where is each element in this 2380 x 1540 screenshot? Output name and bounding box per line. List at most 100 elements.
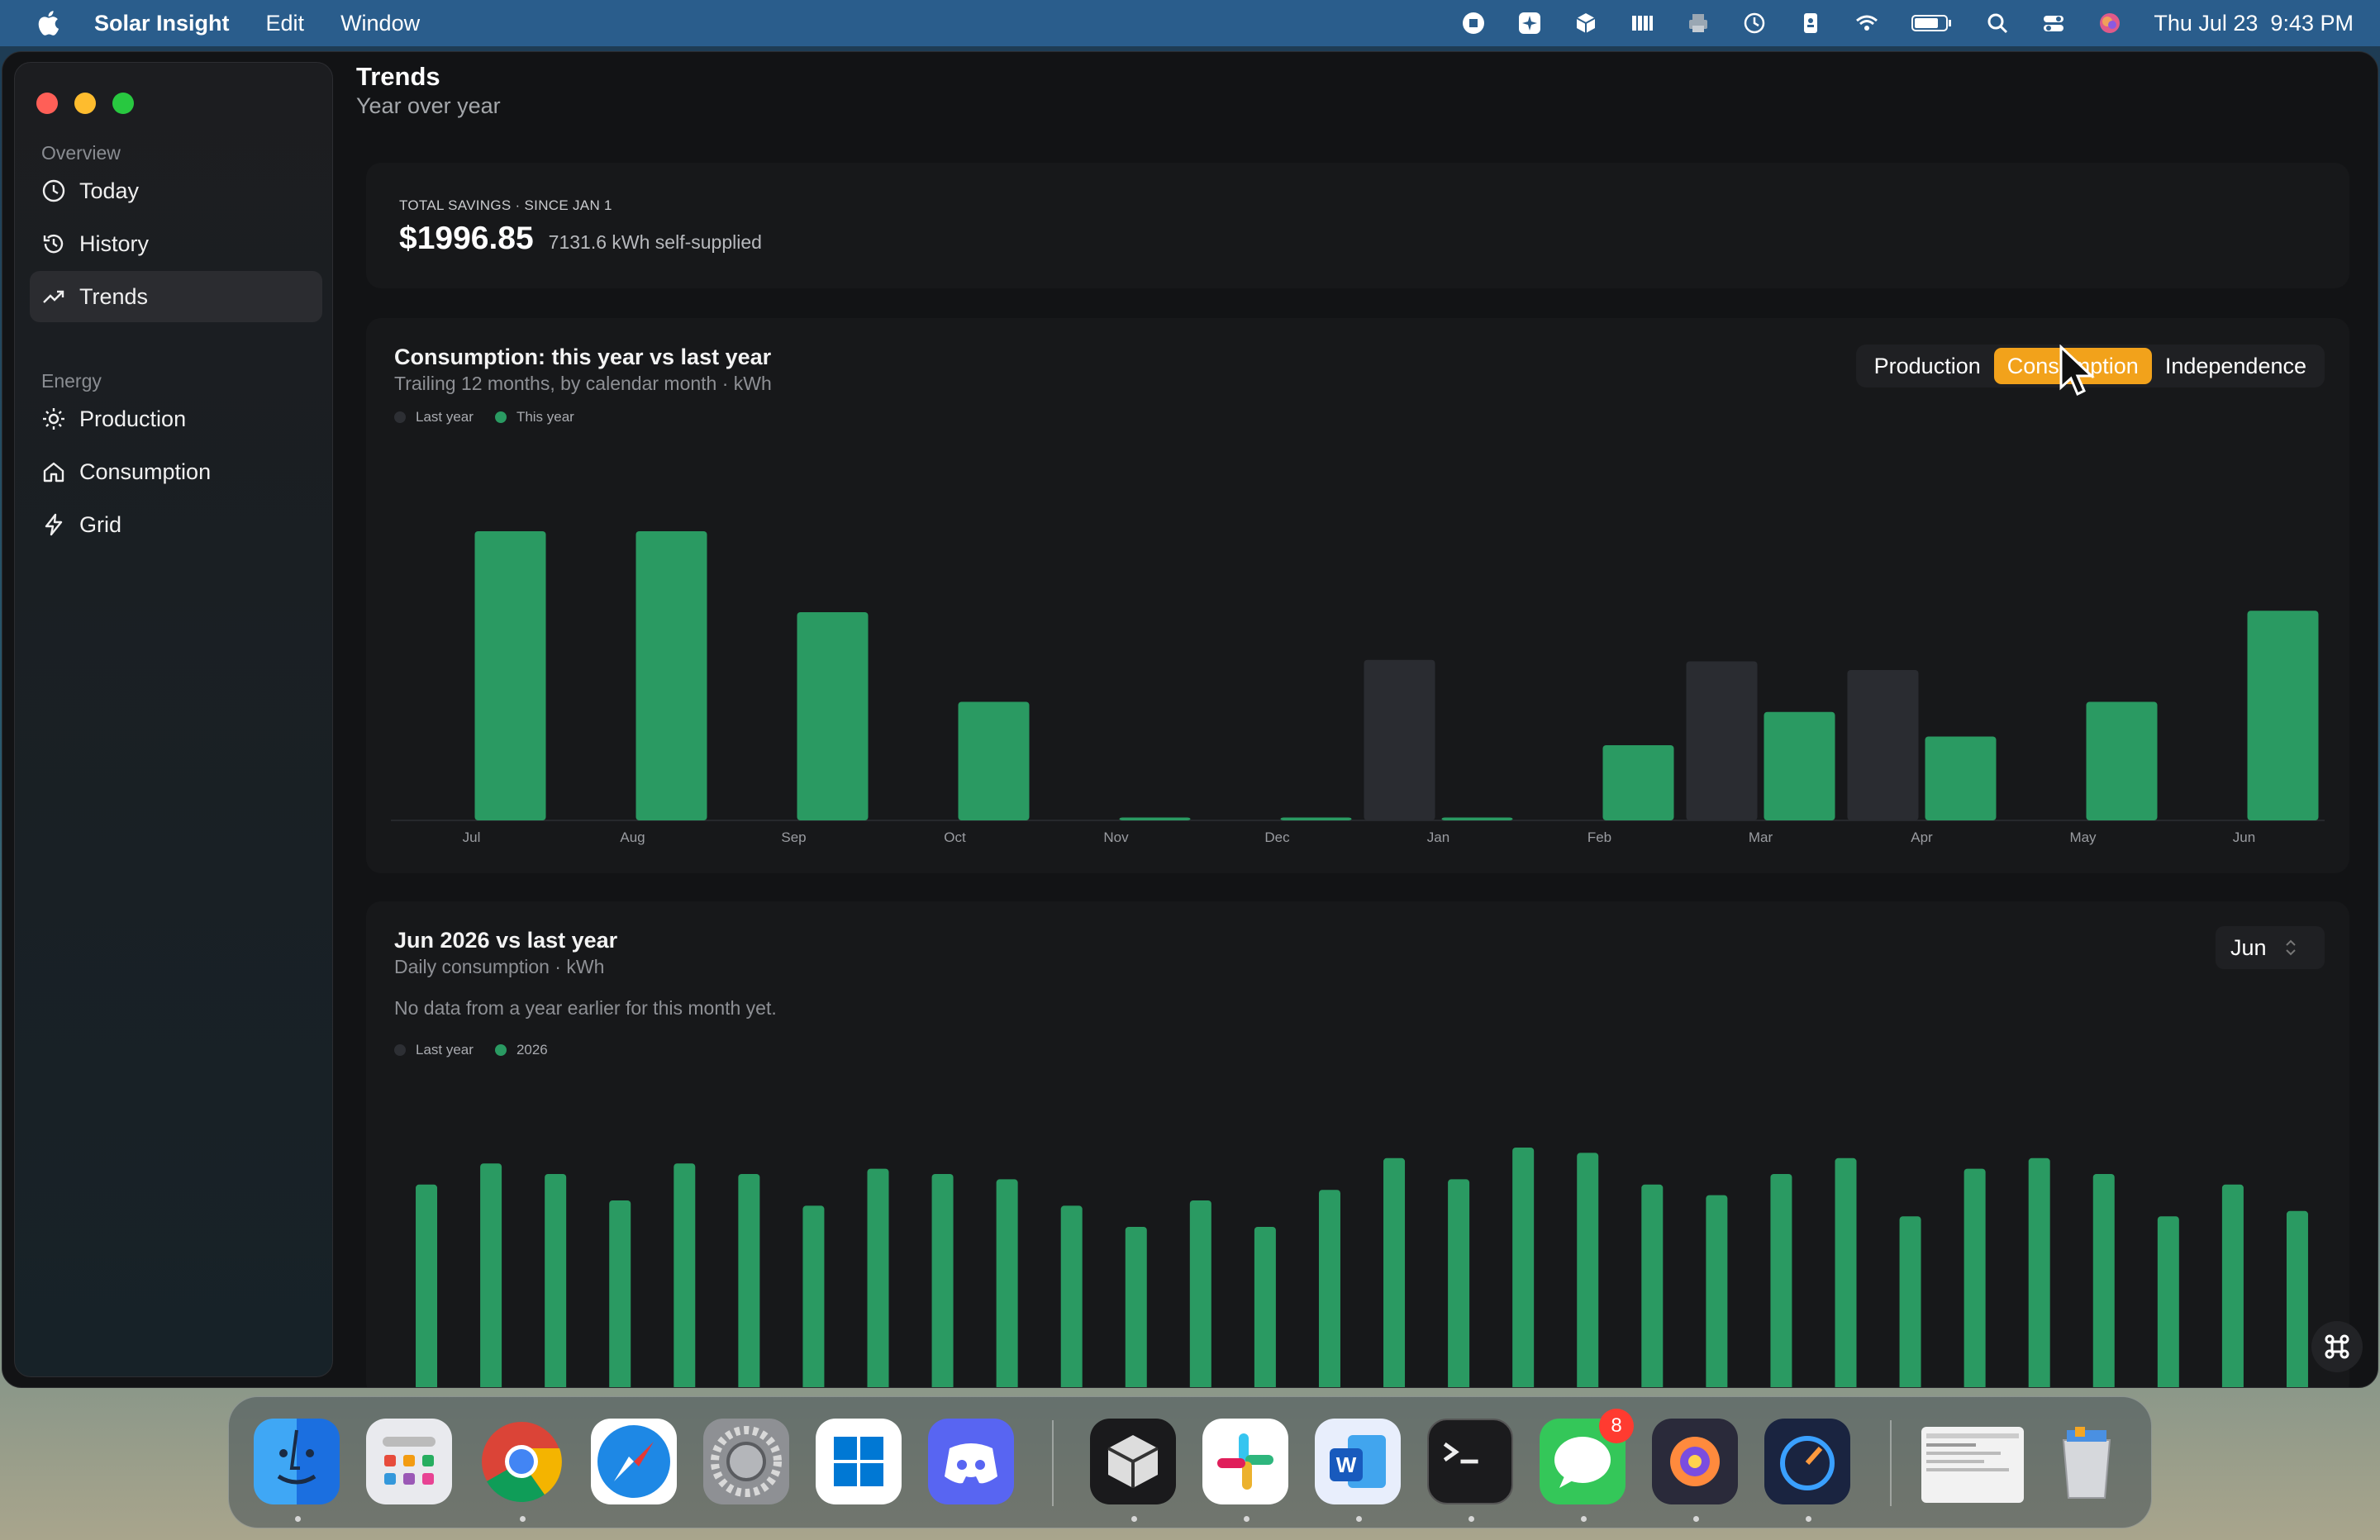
bar-day-20[interactable] [1641, 1184, 1664, 1388]
bar-day-24[interactable] [1899, 1216, 1921, 1388]
messages-icon[interactable]: 8 [1540, 1409, 1634, 1504]
menu-clock[interactable]: Thu Jul 23 9:43 PM [2154, 11, 2354, 36]
slack-icon[interactable] [1202, 1419, 1288, 1504]
siri-icon[interactable] [2097, 11, 2122, 36]
bar-day-21[interactable] [1706, 1195, 1728, 1388]
bar-this-year-feb[interactable] [1602, 745, 1674, 820]
sidebar-item-label: Grid [79, 511, 122, 537]
savings-amount: $1996.85 [399, 221, 534, 256]
floating-layout-button[interactable] [2311, 1321, 2363, 1372]
box-icon[interactable] [1573, 11, 1598, 36]
bar-day-16[interactable] [1383, 1157, 1406, 1388]
bar-this-year-jan[interactable] [1441, 817, 1513, 821]
bar-this-year-mar[interactable] [1764, 711, 1835, 820]
safari-icon[interactable] [591, 1419, 677, 1504]
sidebar-item-grid[interactable]: Grid [30, 499, 322, 550]
bar-this-year-jul[interactable] [474, 531, 546, 820]
sidebar-item-consumption[interactable]: Consumption [30, 446, 322, 497]
bar-this-year-dec[interactable] [1280, 817, 1352, 821]
sidebar-item-label: Today [79, 178, 140, 203]
memory-icon[interactable] [1630, 11, 1654, 36]
bar-day-14[interactable] [1254, 1227, 1276, 1388]
screen-record-icon[interactable] [1461, 11, 1486, 36]
bar-this-year-oct[interactable] [958, 701, 1030, 821]
sidebar: Overview Today History Trends Energy Pro… [14, 62, 333, 1377]
bar-this-year-sep[interactable] [797, 612, 869, 820]
sparkle-app-icon[interactable] [1517, 11, 1542, 36]
browser-icon[interactable] [1652, 1419, 1738, 1504]
bar-day-29[interactable] [2221, 1184, 2244, 1388]
bar-this-year-jun[interactable] [2247, 611, 2319, 820]
close-window-button[interactable] [36, 93, 58, 114]
time-machine-icon[interactable] [1742, 11, 1767, 36]
minimize-window-button[interactable] [74, 93, 96, 114]
word-icon[interactable]: W [1315, 1419, 1401, 1504]
printer-icon[interactable] [1686, 11, 1711, 36]
settings-icon[interactable] [703, 1419, 789, 1504]
bar-last-year-apr[interactable] [1847, 670, 1919, 820]
app-name-menu[interactable]: Solar Insight [94, 11, 230, 36]
bar-last-year-mar[interactable] [1686, 661, 1758, 821]
window-menu[interactable]: Window [340, 11, 420, 36]
sun-icon [43, 408, 64, 430]
bar-day-13[interactable] [1189, 1200, 1211, 1388]
sidebar-section-overview: Overview [41, 142, 121, 164]
finder-window-thumbnail[interactable] [1921, 1427, 2024, 1503]
bar-day-22[interactable] [1770, 1174, 1792, 1388]
bar-day-23[interactable] [1835, 1157, 1857, 1388]
bar-day-28[interactable] [2157, 1216, 2179, 1388]
bar-day-9[interactable] [931, 1174, 954, 1388]
finder-icon[interactable] [254, 1419, 340, 1504]
control-center-icon[interactable] [2041, 11, 2066, 36]
bar-day-1[interactable] [416, 1184, 438, 1388]
savings-detail: 7131.6 kWh self-supplied [548, 231, 762, 253]
sidebar-item-today[interactable]: Today [30, 165, 322, 216]
bar-day-10[interactable] [996, 1179, 1018, 1388]
bar-day-26[interactable] [2028, 1157, 2050, 1388]
sidebar-item-history[interactable]: History [30, 218, 322, 269]
bar-this-year-aug[interactable] [635, 531, 707, 820]
bar-day-30[interactable] [2286, 1210, 2308, 1388]
bar-day-25[interactable] [1963, 1168, 1986, 1388]
edit-menu[interactable]: Edit [266, 11, 305, 36]
messages-badge: 8 [1599, 1409, 1634, 1443]
zoom-window-button[interactable] [112, 93, 134, 114]
bar-this-year-apr[interactable] [1925, 736, 1997, 821]
battery-icon[interactable] [1911, 11, 1954, 36]
bar-day-12[interactable] [1125, 1227, 1147, 1388]
sidebar-item-production[interactable]: Production [30, 393, 322, 444]
discord-icon[interactable] [928, 1419, 1014, 1504]
terminal-icon[interactable] [1427, 1419, 1513, 1504]
speedtest-icon[interactable] [1764, 1419, 1850, 1504]
wifi-icon[interactable] [1854, 11, 1879, 36]
user-card-icon[interactable] [1798, 11, 1823, 36]
bar-day-2[interactable] [480, 1163, 502, 1388]
bar-last-year-jan[interactable] [1364, 659, 1435, 820]
cube-app-icon[interactable] [1090, 1419, 1176, 1504]
trash-icon[interactable] [2044, 1419, 2130, 1504]
sidebar-item-label: History [79, 231, 150, 256]
launchpad-icon[interactable] [366, 1419, 452, 1504]
bar-day-8[interactable] [867, 1168, 889, 1388]
savings-card: TOTAL SAVINGS · SINCE JAN 1 $1996.85 713… [366, 163, 2349, 288]
bar-day-17[interactable] [1448, 1179, 1470, 1388]
windows-app-icon[interactable] [816, 1419, 902, 1504]
house-icon [43, 462, 64, 482]
bar-this-year-nov[interactable] [1119, 817, 1191, 821]
apple-menu-icon[interactable] [31, 10, 64, 36]
bar-day-6[interactable] [738, 1174, 760, 1388]
bar-day-18[interactable] [1512, 1148, 1535, 1388]
bar-day-5[interactable] [674, 1163, 696, 1388]
history-icon [43, 234, 64, 254]
bar-day-27[interactable] [2092, 1174, 2115, 1388]
bar-day-3[interactable] [545, 1174, 567, 1388]
bar-day-19[interactable] [1577, 1153, 1599, 1388]
bar-day-11[interactable] [1060, 1205, 1083, 1388]
bar-this-year-may[interactable] [2086, 701, 2158, 821]
search-icon[interactable] [1985, 11, 2010, 36]
chrome-icon[interactable] [478, 1419, 564, 1504]
bar-day-15[interactable] [1318, 1190, 1340, 1388]
sidebar-item-trends[interactable]: Trends [30, 271, 322, 322]
bar-day-7[interactable] [802, 1205, 825, 1388]
bar-day-4[interactable] [609, 1200, 631, 1388]
